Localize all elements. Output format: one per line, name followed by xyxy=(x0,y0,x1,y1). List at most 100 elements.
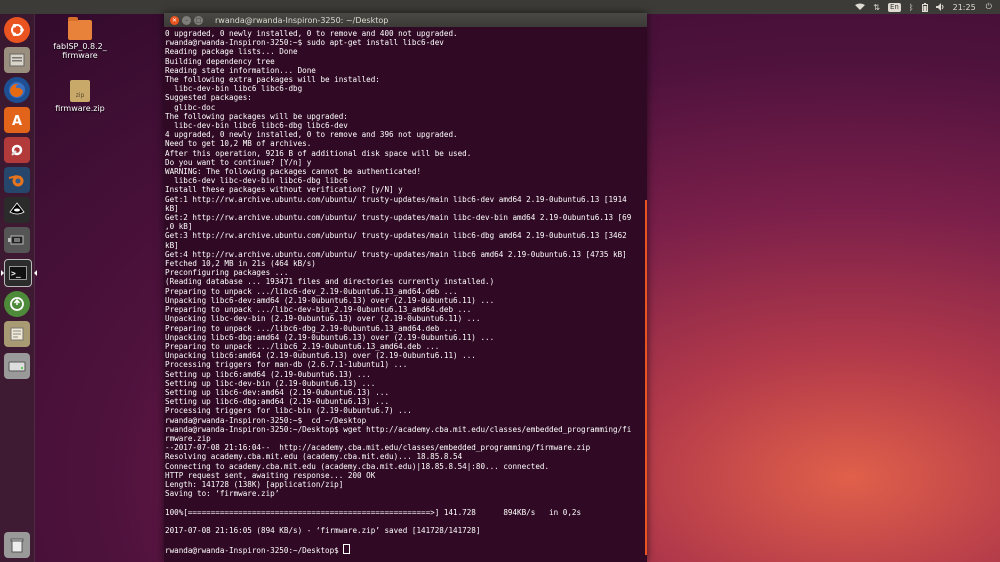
terminal-line: ,0 kB] xyxy=(165,222,193,232)
terminal-line: Connecting to academy.cba.mit.edu (acade… xyxy=(165,461,550,471)
terminal-line: rwanda@rwanda-Inspiron-3250:~/Desktop$ w… xyxy=(165,424,632,434)
terminal-line: libc-dev-bin libc6 libc6-dbg xyxy=(165,84,303,94)
terminal-line: Preparing to unpack .../libc6-dbg_2.19-0… xyxy=(165,323,458,333)
trash-icon[interactable] xyxy=(4,532,30,558)
top-panel: ⇅ En ᛒ 21:25 ⏻ xyxy=(0,0,1000,14)
running-indicator-icon xyxy=(1,270,4,276)
terminal-line: kB] xyxy=(165,240,179,250)
clock[interactable]: 21:25 xyxy=(953,3,976,12)
terminal-line: Processing triggers for man-db (2.6.7.1-… xyxy=(165,360,408,370)
desktop-file-firmware-zip[interactable]: firmware.zip xyxy=(50,80,110,113)
files-icon[interactable] xyxy=(4,47,30,73)
text-editor-icon[interactable] xyxy=(4,321,30,347)
terminal-line: Preparing to unpack .../libc6_2.19-0ubun… xyxy=(165,341,440,351)
terminal-line: Setting up libc6:amd64 (2.19-0ubuntu6.13… xyxy=(165,369,371,379)
terminal-window[interactable]: ✕ – □ rwanda@rwanda-Inspiron-3250: ~/Des… xyxy=(164,13,647,562)
terminal-line: Resolving academy.cba.mit.edu (academy.c… xyxy=(165,452,463,462)
terminal-line: 2017-07-08 21:16:05 (894 KB/s) - ‘firmwa… xyxy=(165,525,481,535)
folder-icon xyxy=(68,17,92,40)
terminal-line: Get:4 http://rw.archive.ubuntu.com/ubunt… xyxy=(165,249,627,259)
firefox-icon[interactable] xyxy=(4,77,30,103)
sort-icon[interactable]: ⇅ xyxy=(873,3,880,12)
terminal-line: After this operation, 9216 B of addition… xyxy=(165,148,472,158)
terminal-line: kB] xyxy=(165,203,179,213)
terminal-line: Reading package lists... Done xyxy=(165,47,298,57)
terminal-line: Preparing to unpack .../libc-dev-bin_2.1… xyxy=(165,305,472,315)
terminal-line: Length: 141728 (138K) [application/zip] xyxy=(165,479,344,489)
terminal-line: Preparing to unpack .../libc6-dev_2.19-0… xyxy=(165,286,458,296)
ubuntu-dash-icon[interactable] xyxy=(4,17,30,43)
terminal-line: --2017-07-08 21:16:04-- http://academy.c… xyxy=(165,443,591,453)
terminal-line: Preconfiguring packages ... xyxy=(165,268,289,278)
terminal-line: 4 upgraded, 0 newly installed, 0 to remo… xyxy=(165,130,458,140)
terminal-line: rwanda@rwanda-Inspiron-3250:~/Desktop$ xyxy=(165,544,647,555)
terminal-line: Saving to: ‘firmware.zip’ xyxy=(165,489,280,499)
wifi-icon[interactable] xyxy=(855,3,866,11)
terminal-line: The following packages will be upgraded: xyxy=(165,111,348,121)
terminal-line: The following extra packages will be ins… xyxy=(165,75,380,85)
terminal-line: Get:1 http://rw.archive.ubuntu.com/ubunt… xyxy=(165,194,627,204)
terminal-line: rwanda@rwanda-Inspiron-3250:~$ cd ~/Desk… xyxy=(165,415,367,425)
keyboard-icon[interactable]: En xyxy=(887,2,901,12)
terminal-line: Unpacking libc-dev-bin (2.19-0ubuntu6.13… xyxy=(165,314,481,324)
terminal-line: Fetched 10,2 MB in 21s (464 kB/s) xyxy=(165,259,316,269)
terminal-line: 100%[===================================… xyxy=(165,507,582,517)
terminal-line: Unpacking libc6:amd64 (2.19-0ubuntu6.13)… xyxy=(165,351,476,361)
desktop-icon-label: firmware xyxy=(62,51,98,60)
terminal-line: HTTP request sent, awaiting response... … xyxy=(165,470,376,480)
terminal-line: Reading state information... Done xyxy=(165,65,316,75)
minimize-button[interactable]: – xyxy=(182,15,191,25)
terminal-line: Need to get 10,2 MB of archives. xyxy=(165,139,312,149)
volume-icon[interactable] xyxy=(935,3,945,11)
terminal-line: Unpacking libc6-dbg:amd64 (2.19-0ubuntu6… xyxy=(165,332,495,342)
keyboard-layout-label: En xyxy=(887,2,901,12)
terminal-line: 0 upgraded, 0 newly installed, 0 to remo… xyxy=(165,29,458,38)
svg-text:>_: >_ xyxy=(11,269,21,278)
avr-programmer-icon[interactable] xyxy=(4,227,30,253)
terminal-line: Unpacking libc6-dev:amd64 (2.19-0ubuntu6… xyxy=(165,295,495,305)
terminal-line: Install these packages without verificat… xyxy=(165,185,403,195)
blender-icon[interactable] xyxy=(4,167,30,193)
terminal-line: Get:2 http://rw.archive.ubuntu.com/ubunt… xyxy=(165,213,632,223)
terminal-title: rwanda@rwanda-Inspiron-3250: ~/Desktop xyxy=(215,15,389,25)
svg-text:A: A xyxy=(12,114,22,128)
terminal-line: Do you want to continue? [Y/n] y xyxy=(165,157,312,167)
terminal-titlebar[interactable]: ✕ – □ rwanda@rwanda-Inspiron-3250: ~/Des… xyxy=(164,13,647,27)
terminal-line: (Reading database ... 193471 files and d… xyxy=(165,277,495,287)
inkscape-icon[interactable] xyxy=(4,197,30,223)
maximize-button[interactable]: □ xyxy=(194,15,203,25)
battery-icon[interactable] xyxy=(921,2,928,12)
settings-icon[interactable] xyxy=(4,137,30,163)
desktop-icon-label: fabISP_0.8.2_ xyxy=(53,42,107,51)
terminal-line: rmware.zip xyxy=(165,433,211,443)
software-updater-icon[interactable] xyxy=(4,291,30,317)
terminal-line: Processing triggers for libc-bin (2.19-0… xyxy=(165,406,412,416)
terminal-line: Setting up libc6-dbg:amd64 (2.19-0ubuntu… xyxy=(165,397,390,407)
terminal-line: glibc-doc xyxy=(165,102,216,112)
terminal-line: rwanda@rwanda-Inspiron-3250:~$ sudo apt-… xyxy=(165,38,444,48)
power-icon[interactable]: ⏻ xyxy=(986,2,992,12)
terminal-line: Building dependency tree xyxy=(165,56,275,66)
terminal-line: WARNING: The following packages cannot b… xyxy=(165,167,422,177)
terminal-scrollbar[interactable] xyxy=(645,200,647,555)
drive-icon[interactable] xyxy=(4,353,30,379)
desktop-folder-fabisp[interactable]: fabISP_0.8.2_ firmware xyxy=(50,17,110,60)
terminal-cursor xyxy=(343,544,351,555)
launcher: A >_ xyxy=(0,14,37,562)
terminal-line: Setting up libc6-dev:amd64 (2.19-0ubuntu… xyxy=(165,387,390,397)
terminal-output[interactable]: 0 upgraded, 0 newly installed, 0 to remo… xyxy=(164,27,647,562)
terminal-line: Get:3 http://rw.archive.ubuntu.com/ubunt… xyxy=(165,231,627,241)
focused-indicator-icon xyxy=(34,270,37,276)
bluetooth-icon[interactable]: ᛒ xyxy=(909,3,914,12)
close-button[interactable]: ✕ xyxy=(170,15,179,25)
terminal-line: libc-dev-bin libc6 libc6-dbg libc6-dev xyxy=(165,121,348,131)
terminal-line: Setting up libc-dev-bin (2.19-0ubuntu6.1… xyxy=(165,378,376,388)
zip-file-icon xyxy=(70,80,90,102)
terminal-line: libc6-dev libc-dev-bin libc6-dbg libc6 xyxy=(165,176,348,186)
terminal-line: Suggested packages: xyxy=(165,93,252,103)
terminal-icon[interactable]: >_ xyxy=(1,259,37,287)
software-center-icon[interactable]: A xyxy=(4,107,30,133)
